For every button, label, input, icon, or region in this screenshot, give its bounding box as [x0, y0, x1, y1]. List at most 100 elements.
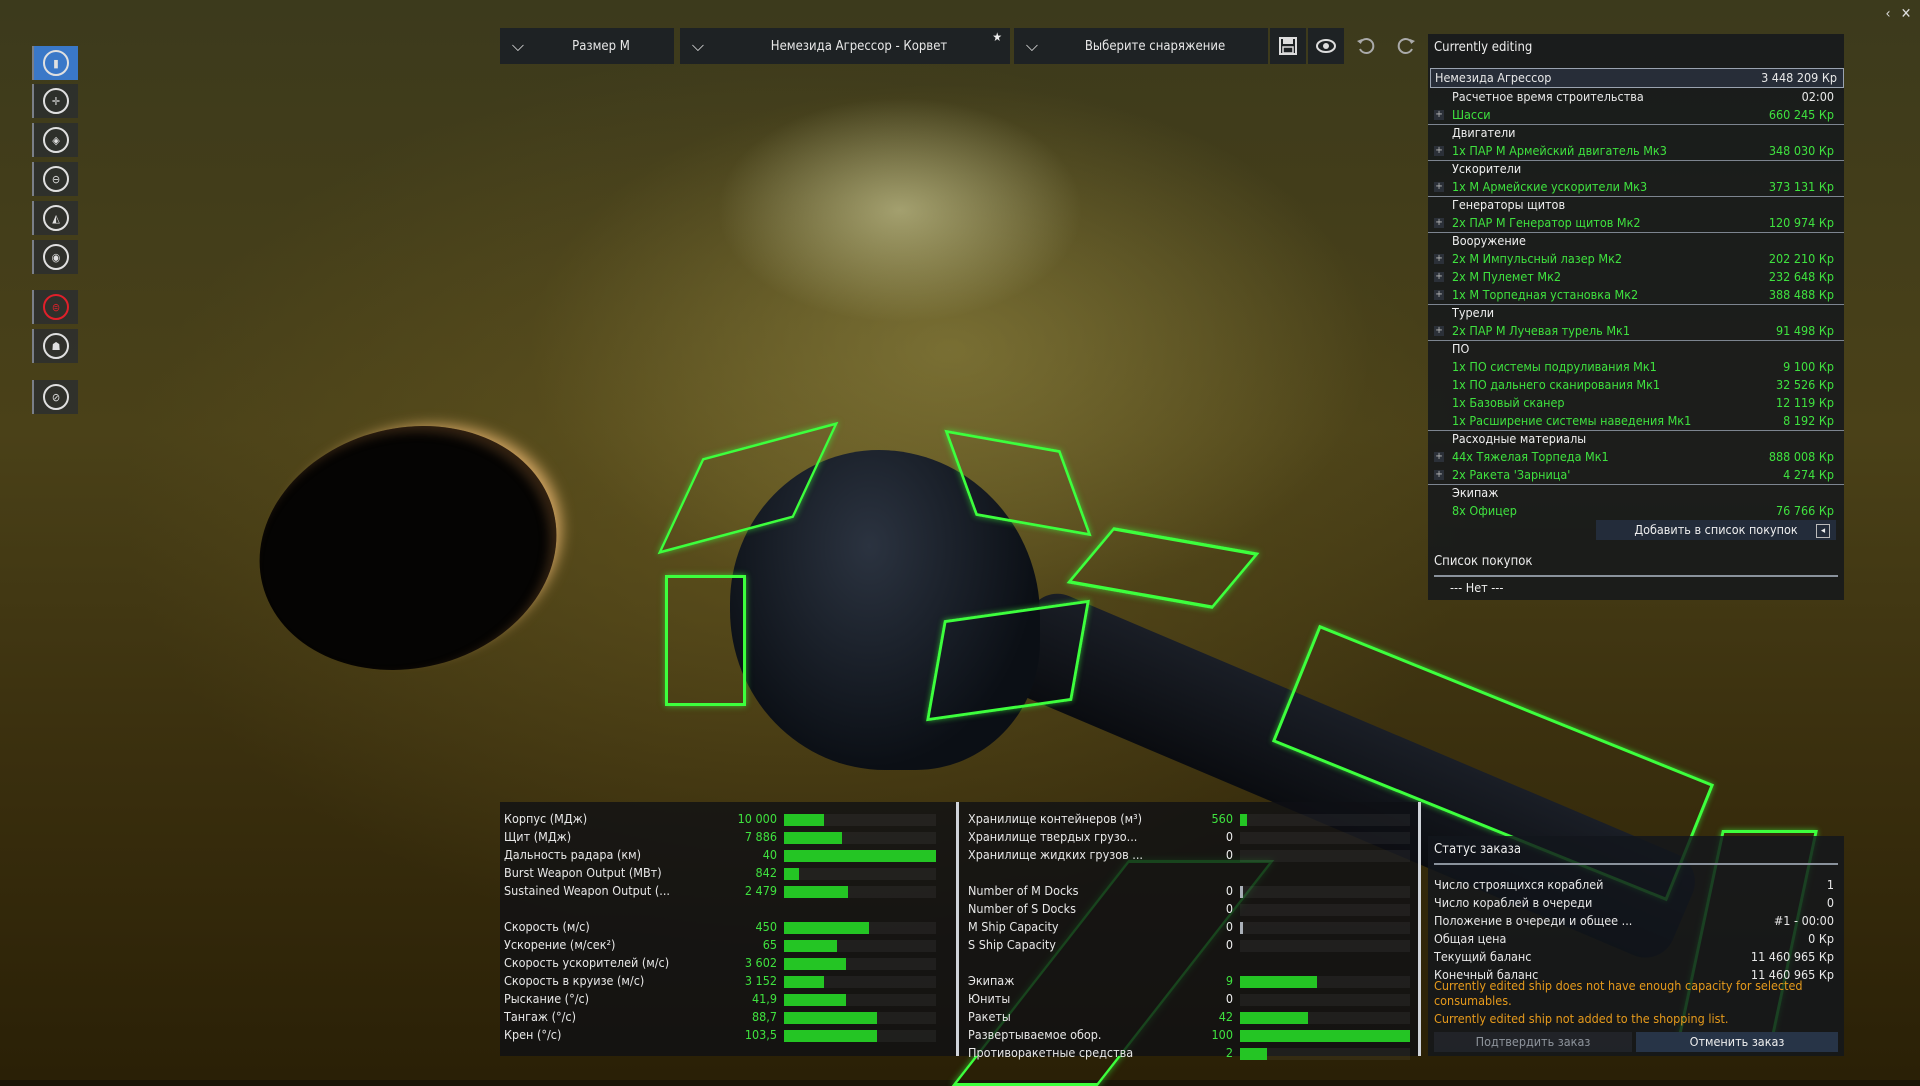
stat-value: 0 — [1225, 919, 1233, 934]
row-value: 888 008 Кр — [1768, 449, 1834, 464]
editing-panel: Currently editing Немезида Агрессор 3 44… — [1428, 34, 1844, 600]
stat-value: 88,7 — [751, 1009, 777, 1024]
stat-name: Рыскание (°/с) — [504, 991, 590, 1006]
row-value: 91 498 Кр — [1775, 323, 1834, 338]
equipment-row: 1x Расширение системы наведения Мк1 8 192… — [1428, 412, 1844, 431]
stat-bar-track — [1240, 904, 1410, 916]
equipment-row[interactable]: + Шасси 660 245 Кр — [1428, 106, 1844, 125]
weapon-icon: ⊖ — [43, 166, 69, 192]
redo-button[interactable] — [1388, 28, 1424, 64]
order-row-value: 0 Кр — [1808, 931, 1834, 946]
ship-stats-panel: Корпус (МДж) 10 000 Щит (МДж) 7 886 Дальност… — [500, 802, 1421, 1060]
stat-row: Number of M Docks 0 — [968, 882, 1410, 900]
stat-bar-track — [1240, 994, 1410, 1006]
equipment-row[interactable]: +1x ПАР М Армейский двигатель Мк3 348 030… — [1428, 142, 1844, 161]
stat-bar-fill — [1240, 922, 1243, 934]
row-name: 1x Базовый сканер — [1452, 395, 1565, 410]
divider — [956, 802, 959, 1056]
equipment-row[interactable]: +2x ПАР М Генератор щитов Мк2 120 974 Кр — [1428, 214, 1844, 233]
row-value: 02:00 — [1801, 89, 1834, 104]
row-name: 44x Тяжелая Торпеда Мк1 — [1452, 449, 1609, 464]
sidebar-item-weapons[interactable]: ⊖ — [32, 162, 78, 196]
row-value: 660 245 Кр — [1768, 107, 1834, 122]
row-name: 1x М Армейские ускорители Мк3 — [1452, 179, 1648, 194]
planet — [233, 395, 583, 701]
chevron-down-icon: ⌵ — [691, 36, 705, 55]
editing-ship-row[interactable]: Немезида Агрессор 3 448 209 Кр — [1430, 68, 1844, 88]
sidebar-item-engines[interactable]: ✛ — [32, 84, 78, 118]
stat-bar-fill — [784, 814, 824, 826]
loadout-dropdown[interactable]: ⌵ Выберите снаряжение — [1014, 28, 1268, 64]
sidebar-item-turrets[interactable]: ◭ — [32, 201, 78, 235]
stat-bar-fill — [784, 994, 847, 1006]
stat-row: S Ship Capacity 0 — [968, 936, 1410, 954]
category-header: Расходные материалы — [1428, 430, 1844, 448]
expand-plus-icon[interactable]: + — [1434, 272, 1444, 282]
stat-value: 0 — [1225, 829, 1233, 844]
stat-bar-fill — [1240, 1012, 1308, 1024]
sidebar-item-ship[interactable]: ▮ — [32, 46, 78, 80]
expand-plus-icon[interactable]: + — [1434, 182, 1444, 192]
size-label: Размер М — [572, 38, 630, 54]
build-time-row: Расчетное время строительства 02:00 — [1428, 88, 1844, 106]
row-name: Генераторы щитов — [1452, 197, 1566, 212]
order-status-row: Общая цена 0 Кр — [1434, 930, 1834, 948]
stat-name: Burst Weapon Output (МВт) — [504, 865, 662, 880]
add-to-shopping-list-button[interactable]: Добавить в список покупок ◂ — [1596, 520, 1836, 540]
stat-value: 0 — [1225, 937, 1233, 952]
row-name: 2x ПАР М Генератор щитов Мк2 — [1452, 215, 1641, 230]
equipment-row[interactable]: +2x Ракета 'Зарница' 4 274 Кр — [1428, 466, 1844, 485]
expand-plus-icon[interactable]: + — [1434, 470, 1444, 480]
expand-plus-icon[interactable]: + — [1434, 218, 1444, 228]
back-button[interactable]: ‹ — [1880, 6, 1896, 22]
row-name: 1x ПАР М Армейский двигатель Мк3 — [1452, 143, 1667, 158]
stat-bar-track — [1240, 940, 1410, 952]
stat-name: S Ship Capacity — [968, 937, 1056, 952]
expand-plus-icon[interactable]: + — [1434, 452, 1444, 462]
equipment-row: 1x ПО системы подруливания Мк1 9 100 Кр — [1428, 358, 1844, 376]
expand-plus-icon[interactable]: + — [1434, 326, 1444, 336]
sidebar-item-crew[interactable]: ☗ — [32, 329, 78, 363]
stat-name: Number of M Docks — [968, 883, 1079, 898]
divider — [1434, 575, 1838, 577]
ship-dropdown[interactable]: ⌵ Немезида Агрессор - Корвет ★ — [680, 28, 1010, 64]
undo-button[interactable] — [1348, 28, 1384, 64]
expand-plus-icon[interactable]: + — [1434, 254, 1444, 264]
order-row-value: 0 — [1826, 895, 1834, 910]
close-button[interactable]: ✕ — [1898, 6, 1914, 22]
confirm-order-button[interactable]: Подтвердить заказ — [1434, 1032, 1632, 1052]
equipment-row[interactable]: +44x Тяжелая Торпеда Мк1 888 008 Кр — [1428, 448, 1844, 466]
expand-plus-icon[interactable]: + — [1434, 110, 1444, 120]
stat-bar-track — [1240, 886, 1410, 898]
equipment-row: 1x Базовый сканер 12 119 Кр — [1428, 394, 1844, 412]
equipment-row[interactable]: +1x М Торпедная установка Мк2 388 488 Кр — [1428, 286, 1844, 305]
sidebar-item-software[interactable]: ◉ — [32, 240, 78, 274]
sidebar-item-paint[interactable]: ⊘ — [32, 380, 78, 414]
stat-name: Экипаж — [968, 973, 1015, 988]
row-name: ПО — [1452, 341, 1470, 356]
selection-box — [665, 575, 746, 706]
expand-plus-icon[interactable]: + — [1434, 290, 1444, 300]
expand-plus-icon[interactable]: + — [1434, 146, 1444, 156]
equipment-row[interactable]: +1x М Армейские ускорители Мк3 373 131 Кр — [1428, 178, 1844, 197]
save-button[interactable] — [1270, 28, 1306, 64]
row-name: 1x Расширение системы наведения Мк1 — [1452, 413, 1692, 428]
equipment-row[interactable]: +2x М Пулемет Мк2 232 648 Кр — [1428, 268, 1844, 286]
equipment-row[interactable]: +2x ПАР М Лучевая турель Мк1 91 498 Кр — [1428, 322, 1844, 341]
cancel-order-button[interactable]: Отменить заказ — [1636, 1032, 1838, 1052]
equipment-row[interactable]: +2x М Импульсный лазер Мк2 202 210 Кр — [1428, 250, 1844, 268]
sidebar-item-shields[interactable]: ◈ — [32, 123, 78, 157]
stat-value: 7 886 — [744, 829, 777, 844]
star-icon[interactable]: ★ — [992, 30, 1002, 44]
order-row-value: 11 460 965 Кр — [1750, 949, 1834, 964]
stat-value: 560 — [1211, 811, 1233, 826]
sidebar-item-consumables[interactable]: ⊜ — [32, 290, 78, 324]
row-name: Двигатели — [1452, 125, 1516, 140]
preview-button[interactable] — [1308, 28, 1344, 64]
row-name: Вооружение — [1452, 233, 1526, 248]
stat-bar-fill — [1240, 976, 1317, 988]
category-header: Вооружение — [1428, 232, 1844, 250]
stat-bar-track — [1240, 814, 1410, 826]
size-dropdown[interactable]: ⌵ Размер М — [500, 28, 674, 64]
stat-value: 0 — [1225, 991, 1233, 1006]
